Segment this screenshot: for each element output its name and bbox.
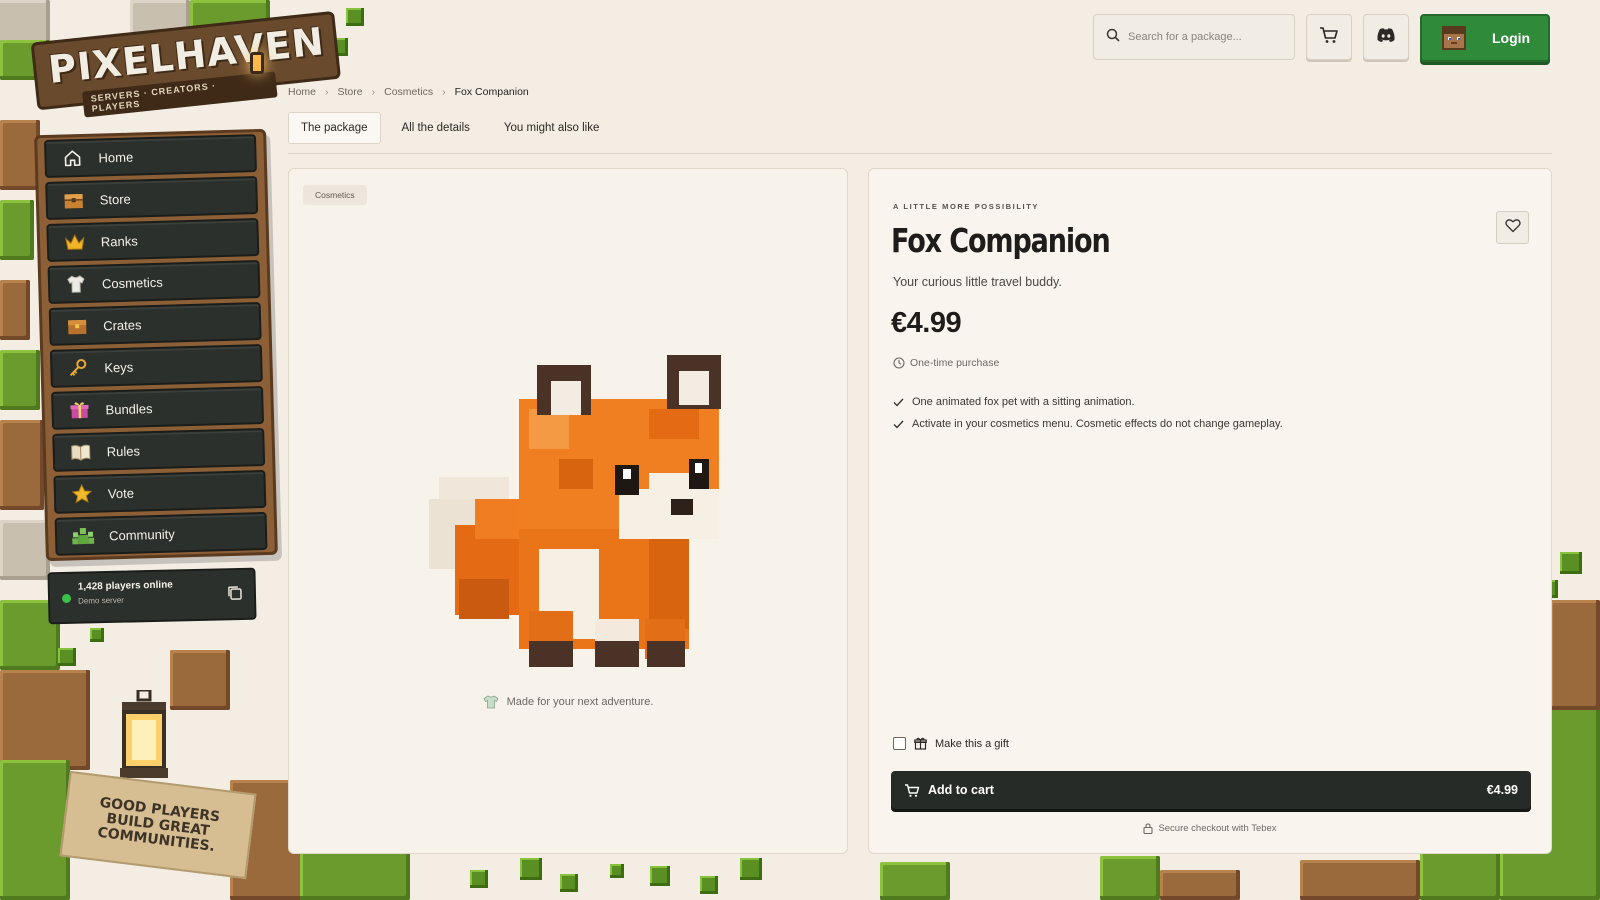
breadcrumb-cosmetics[interactable]: Cosmetics <box>384 86 433 98</box>
chevron-right-icon: › <box>325 86 329 98</box>
sidebar-nav: Home Store Ranks Cosmetics Crates Keys B… <box>44 134 268 560</box>
check-icon <box>893 420 904 429</box>
product-price: €4.99 <box>891 307 962 339</box>
sidebar-item-store[interactable]: Store <box>45 176 259 220</box>
avatar <box>1442 26 1466 50</box>
crown-icon <box>63 231 88 254</box>
sidebar-item-label: Keys <box>104 359 134 375</box>
product-tabs: The package All the details You might al… <box>288 112 1552 154</box>
server-status-card: 1,428 players online Demo server <box>47 567 257 625</box>
feature-item: One animated fox pet with a sitting anim… <box>893 396 1135 408</box>
caption-text: Made for your next adventure. <box>506 695 654 708</box>
purchase-type-text: One-time purchase <box>910 357 1000 369</box>
fox-companion-image <box>419 349 739 679</box>
copy-icon[interactable] <box>226 584 244 602</box>
product-image-panel: Cosmetics Made for your next adventure. <box>288 168 848 854</box>
sidebar-item-label: Rules <box>106 442 141 459</box>
product-title: Fox Companion <box>891 221 1111 260</box>
sidebar-item-label: Cosmetics <box>101 274 163 291</box>
sidebar-item-crates[interactable]: Crates <box>48 302 262 346</box>
clock-icon <box>893 357 905 369</box>
sidebar-item-label: Store <box>99 191 131 207</box>
sidebar-item-label: Ranks <box>100 232 138 249</box>
search-input[interactable] <box>1128 31 1278 43</box>
sidebar-item-home[interactable]: Home <box>44 134 257 178</box>
gift-label: Make this a gift <box>935 737 1009 750</box>
sidebar-item-community[interactable]: Community <box>54 511 268 556</box>
search-icon <box>1106 28 1120 47</box>
shirt-icon <box>64 273 89 296</box>
breadcrumb-current: Fox Companion <box>454 86 529 98</box>
heart-icon <box>1504 218 1521 238</box>
lantern-decoration <box>108 688 180 786</box>
cart-icon <box>1319 25 1339 50</box>
sidebar-item-label: Bundles <box>105 400 153 417</box>
people-icon <box>71 525 96 548</box>
secure-text: Secure checkout with Tebex <box>1158 823 1277 834</box>
product-info-panel: A LITTLE MORE POSSIBILITY Fox Companion … <box>868 168 1552 854</box>
gift-icon <box>914 737 927 750</box>
discord-button[interactable] <box>1363 14 1409 60</box>
sidebar-item-label: Crates <box>102 316 142 333</box>
add-to-cart-price: €4.99 <box>1486 783 1518 797</box>
breadcrumb-home[interactable]: Home <box>288 86 316 98</box>
lock-icon <box>1143 823 1153 834</box>
breadcrumb: Home › Store › Cosmetics › Fox Companion <box>288 86 529 98</box>
star-icon <box>70 483 95 506</box>
login-button[interactable]: Login <box>1420 14 1550 62</box>
players-online-count: 1,428 players online <box>77 579 173 593</box>
chevron-right-icon: › <box>442 86 446 98</box>
favorite-button[interactable] <box>1496 211 1529 244</box>
secure-checkout-note: Secure checkout with Tebex <box>869 823 1551 834</box>
sidebar-item-bundles[interactable]: Bundles <box>51 385 265 430</box>
server-address: Demo server <box>77 595 124 606</box>
online-status-dot <box>61 593 72 604</box>
cart-button[interactable] <box>1306 14 1352 60</box>
home-icon <box>60 147 85 170</box>
tab-all-the-details[interactable]: All the details <box>389 112 483 144</box>
sidebar-item-ranks[interactable]: Ranks <box>46 218 260 262</box>
feature-text: Activate in your cosmetics menu. Cosmeti… <box>912 418 1283 430</box>
gift-icon <box>67 399 92 422</box>
shirt-icon <box>483 695 499 709</box>
sidebar-item-label: Community <box>108 526 175 543</box>
sidebar-item-cosmetics[interactable]: Cosmetics <box>47 260 261 304</box>
tab-you-might-also-like[interactable]: You might also like <box>491 112 612 144</box>
breadcrumb-store[interactable]: Store <box>338 86 363 98</box>
book-icon <box>68 441 93 464</box>
key-icon <box>66 357 91 380</box>
chevron-right-icon: › <box>371 86 376 98</box>
add-to-cart-label: Add to cart <box>928 783 994 797</box>
sidebar-item-label: Home <box>98 149 134 165</box>
sidebar-item-keys[interactable]: Keys <box>49 343 263 388</box>
gift-checkbox[interactable] <box>893 737 906 750</box>
chest-icon <box>61 189 86 212</box>
product-subtitle: Your curious little travel buddy. <box>893 275 1062 289</box>
login-label: Login <box>1492 30 1531 46</box>
category-badge: Cosmetics <box>303 185 367 205</box>
gift-option: Make this a gift <box>893 737 1009 750</box>
sidebar-item-label: Vote <box>107 485 135 501</box>
tab-the-package[interactable]: The package <box>288 112 381 144</box>
sidebar-item-rules[interactable]: Rules <box>52 427 266 472</box>
purchase-type: One-time purchase <box>893 357 999 369</box>
product-kicker: A LITTLE MORE POSSIBILITY <box>893 202 1039 211</box>
search-box[interactable] <box>1093 14 1295 60</box>
add-to-cart-button[interactable]: Add to cart €4.99 <box>891 771 1531 809</box>
feature-text: One animated fox pet with a sitting anim… <box>912 396 1135 408</box>
sidebar-item-vote[interactable]: Vote <box>53 469 267 514</box>
image-caption: Made for your next adventure. <box>289 695 847 709</box>
cart-icon <box>905 783 920 797</box>
crate-icon <box>65 315 90 338</box>
feature-item: Activate in your cosmetics menu. Cosmeti… <box>893 418 1283 430</box>
check-icon <box>893 398 904 407</box>
lantern-icon <box>250 52 264 74</box>
discord-icon <box>1376 27 1396 48</box>
